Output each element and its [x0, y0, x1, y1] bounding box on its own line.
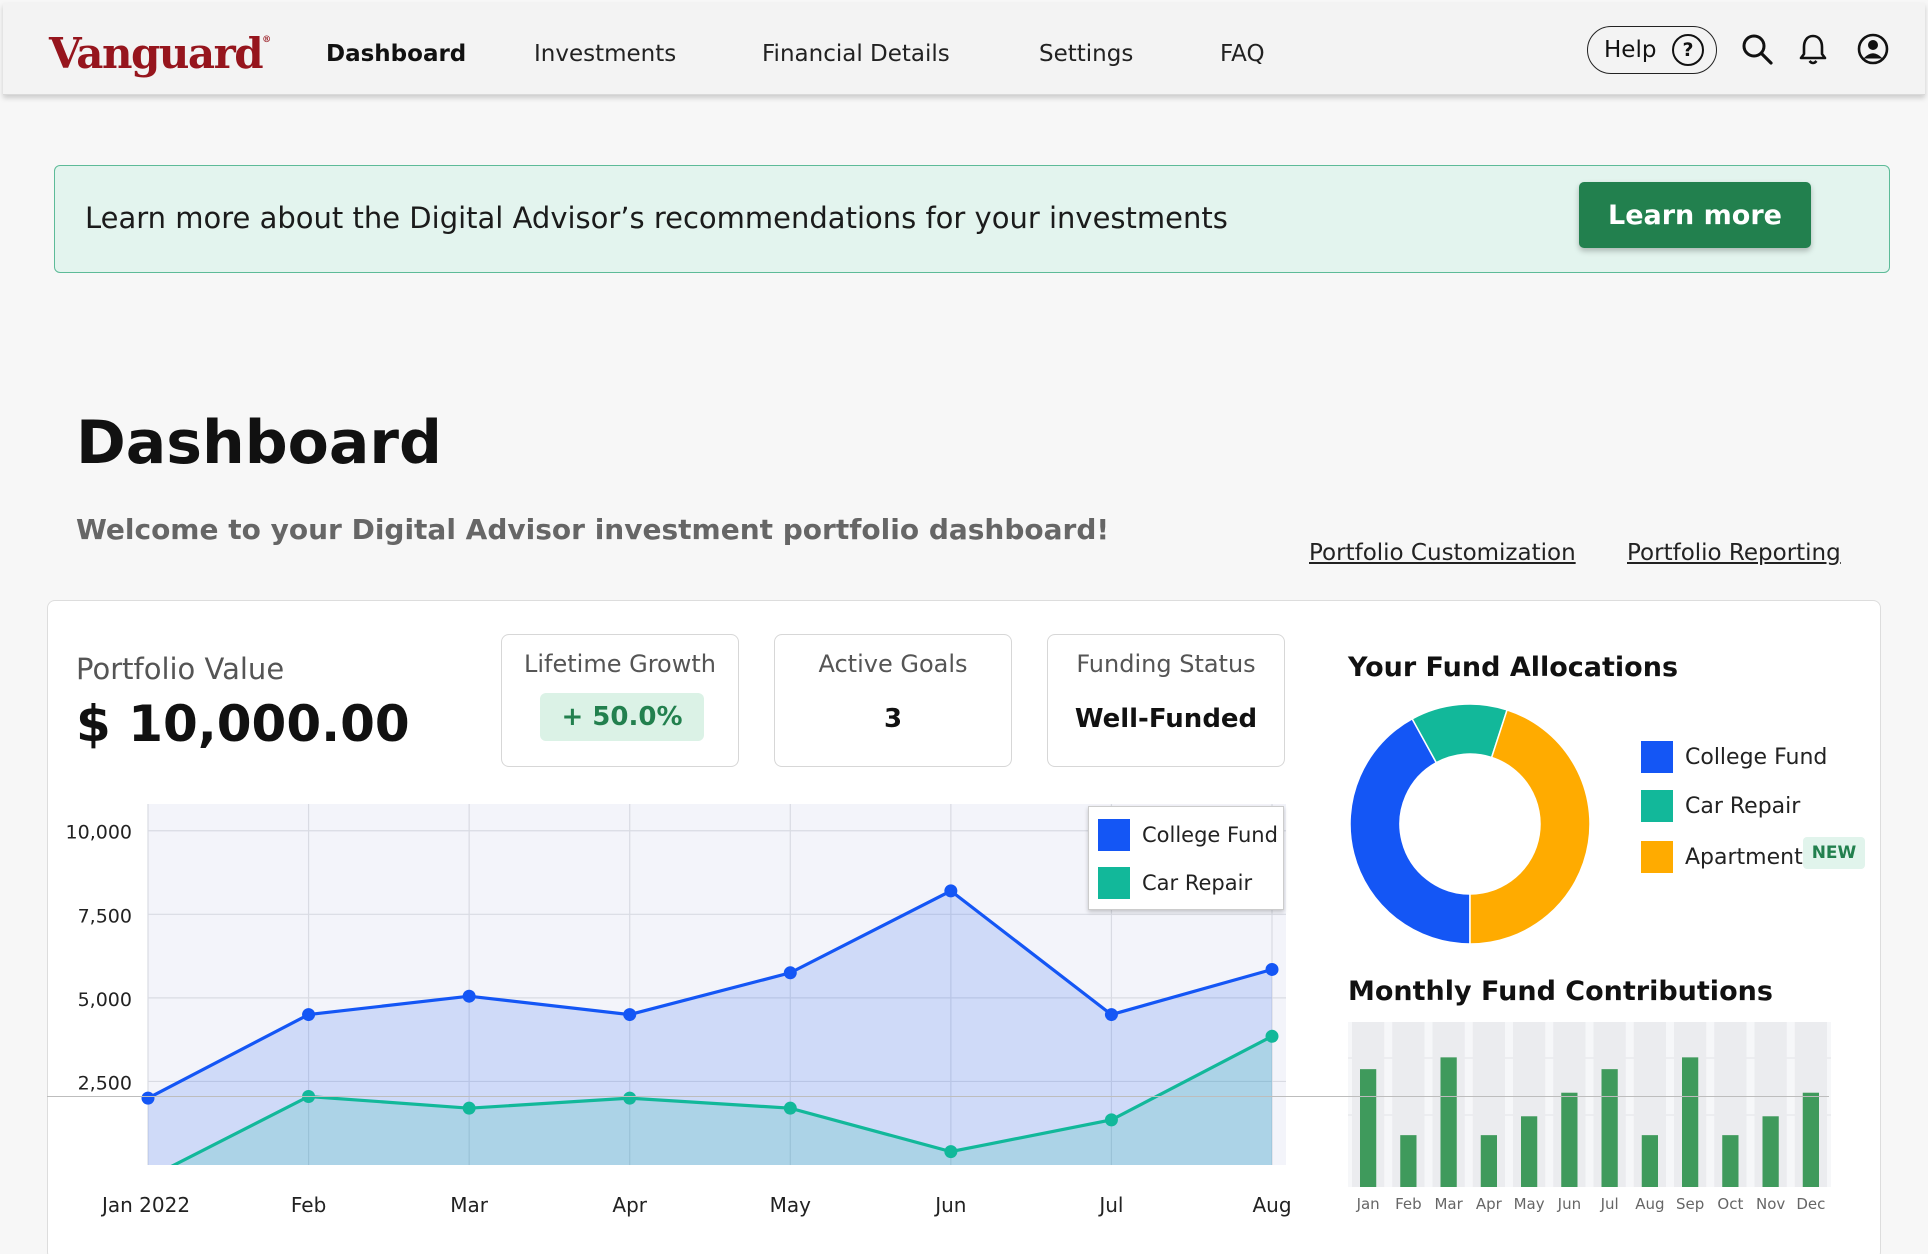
bar-tick-label: Dec — [1796, 1195, 1825, 1213]
allocation-legend-apartment: Apartment — [1641, 841, 1803, 873]
bar-tick-label: Feb — [1395, 1195, 1422, 1213]
car-repair-point — [623, 1091, 637, 1105]
car-repair-point — [944, 1145, 958, 1159]
car-repair-point — [462, 1101, 476, 1115]
legend-swatch — [1641, 741, 1673, 773]
bar-tick-label: Nov — [1756, 1195, 1785, 1213]
bar-nov — [1762, 1116, 1779, 1187]
college-fund-point — [783, 966, 797, 980]
new-badge: NEW — [1803, 837, 1865, 869]
bar-tick-label: Jun — [1557, 1195, 1581, 1213]
charts-layer: 10,000 7,500 5,000 2,500 Jan 2022 Feb Mar Apr Ma… — [66, 703, 1831, 1217]
bar-tick-label: Apr — [1476, 1195, 1503, 1213]
bar-jun — [1561, 1092, 1578, 1187]
divider-line — [47, 1096, 1829, 1097]
bar-may — [1521, 1116, 1538, 1187]
y-tick-label: 7,500 — [78, 905, 132, 927]
bar-feb — [1400, 1135, 1417, 1187]
bar-mar — [1440, 1057, 1457, 1187]
x-tick-label: Jan 2022 — [100, 1193, 190, 1217]
x-tick-label: Jul — [1097, 1193, 1123, 1217]
y-tick-label: 10,000 — [66, 822, 132, 844]
car-repair-point — [783, 1101, 797, 1115]
legend-label: Car Repair — [1685, 793, 1801, 819]
legend-swatch — [1641, 841, 1673, 873]
bar-tick-label: Oct — [1717, 1195, 1743, 1213]
monthly-contributions-bar-chart: Jan Feb Mar Apr May Jun Jul Aug Sep Oct Nov Dec — [1348, 1022, 1831, 1213]
bar-dec — [1802, 1092, 1819, 1187]
car-repair-point — [1265, 1029, 1279, 1043]
bar-tick-label: Aug — [1635, 1195, 1664, 1213]
x-tick-label: May — [770, 1193, 812, 1217]
college-fund-point — [302, 1008, 316, 1022]
legend-label: College Fund — [1685, 744, 1828, 770]
college-fund-point — [623, 1008, 637, 1022]
college-fund-point — [944, 884, 958, 898]
x-tick-label: Feb — [291, 1193, 326, 1217]
y-tick-label: 2,500 — [78, 1072, 132, 1094]
legend-swatch — [1098, 819, 1130, 851]
legend-item-car-repair: Car Repair — [1098, 867, 1252, 899]
legend-item-college-fund: College Fund — [1098, 819, 1278, 851]
bar-aug — [1641, 1135, 1658, 1187]
line-chart-legend: College Fund Car Repair — [1088, 806, 1284, 910]
legend-label: College Fund — [1142, 823, 1278, 847]
monthly-contributions-title: Monthly Fund Contributions — [1348, 976, 1773, 1007]
bar-tick-label: Sep — [1676, 1195, 1704, 1213]
bar-sep — [1682, 1057, 1699, 1187]
college-fund-point — [141, 1091, 155, 1105]
legend-swatch — [1098, 867, 1130, 899]
allocation-legend-college-fund: College Fund — [1641, 741, 1827, 773]
legend-label: Car Repair — [1142, 871, 1253, 895]
y-tick-label: 5,000 — [78, 989, 132, 1011]
college-fund-point — [462, 989, 476, 1003]
college-fund-point — [1104, 1008, 1118, 1022]
fund-allocation-donut — [1349, 703, 1591, 945]
bar-oct — [1722, 1135, 1739, 1187]
x-tick-label: Aug — [1252, 1193, 1291, 1217]
bar-jan — [1360, 1069, 1377, 1187]
car-repair-point — [1104, 1113, 1118, 1127]
bar-tick-label: Mar — [1434, 1195, 1463, 1213]
bar-tick-label: May — [1514, 1195, 1545, 1213]
x-tick-label: Apr — [612, 1193, 647, 1217]
bar-tick-label: Jan — [1356, 1195, 1380, 1213]
bar-apr — [1480, 1135, 1497, 1187]
bar-jul — [1601, 1069, 1618, 1187]
fund-allocations-title: Your Fund Allocations — [1348, 652, 1679, 683]
legend-label: Apartment — [1685, 844, 1803, 870]
bar-tick-label: Jul — [1600, 1195, 1619, 1213]
x-tick-label: Mar — [450, 1193, 489, 1217]
x-tick-label: Jun — [933, 1193, 966, 1217]
college-fund-point — [1265, 962, 1279, 976]
legend-swatch — [1641, 790, 1673, 822]
allocation-legend-car-repair: Car Repair — [1641, 790, 1800, 822]
